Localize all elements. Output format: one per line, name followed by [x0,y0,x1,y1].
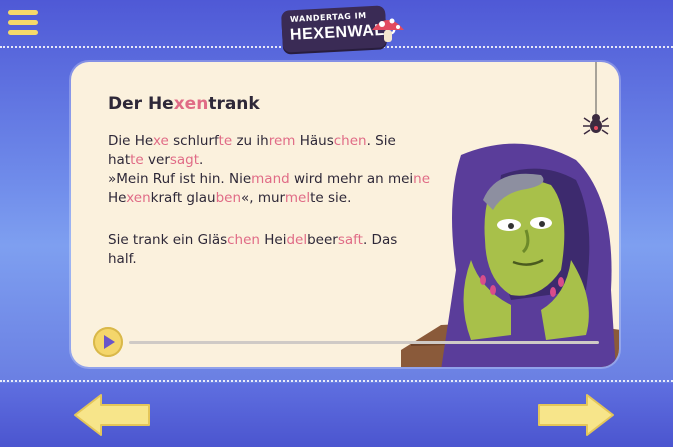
story-line: Hexenkraft glauben«, murmelte sie. [108,190,352,206]
story-line: »Mein Ruf ist hin. Niemand wird mehr an … [108,171,431,187]
play-icon [104,335,115,349]
story-line: hatte versagt. [108,152,204,168]
audio-player [93,327,603,357]
story-line: Sie trank ein Gläschen Heidelbeersaft. D… [108,232,398,248]
story-paragraph-1: Die Hexe schlurfte zu ihrem Häuschen. Si… [108,132,448,208]
arrow-left-icon[interactable] [73,393,151,437]
story-title: Der Hexentrank [108,94,260,114]
story-card: Der Hexentrank Die Hexe schlurfte zu ihr… [71,62,619,367]
menu-icon[interactable] [8,10,38,36]
play-button[interactable] [93,327,123,357]
app-logo: WANDERTAG IM HEXENWALD [280,5,410,54]
footer-divider [0,380,673,382]
story-line: half. [108,251,137,267]
arrow-right-icon[interactable] [537,393,615,437]
story-paragraph-2: Sie trank ein Gläschen Heidelbeersaft. D… [108,231,448,269]
spider-icon [583,62,609,135]
mushroom-icon [372,18,404,42]
audio-progress-track[interactable] [129,341,599,344]
story-line: Die Hexe schlurfte zu ihrem Häuschen. Si… [108,133,396,149]
